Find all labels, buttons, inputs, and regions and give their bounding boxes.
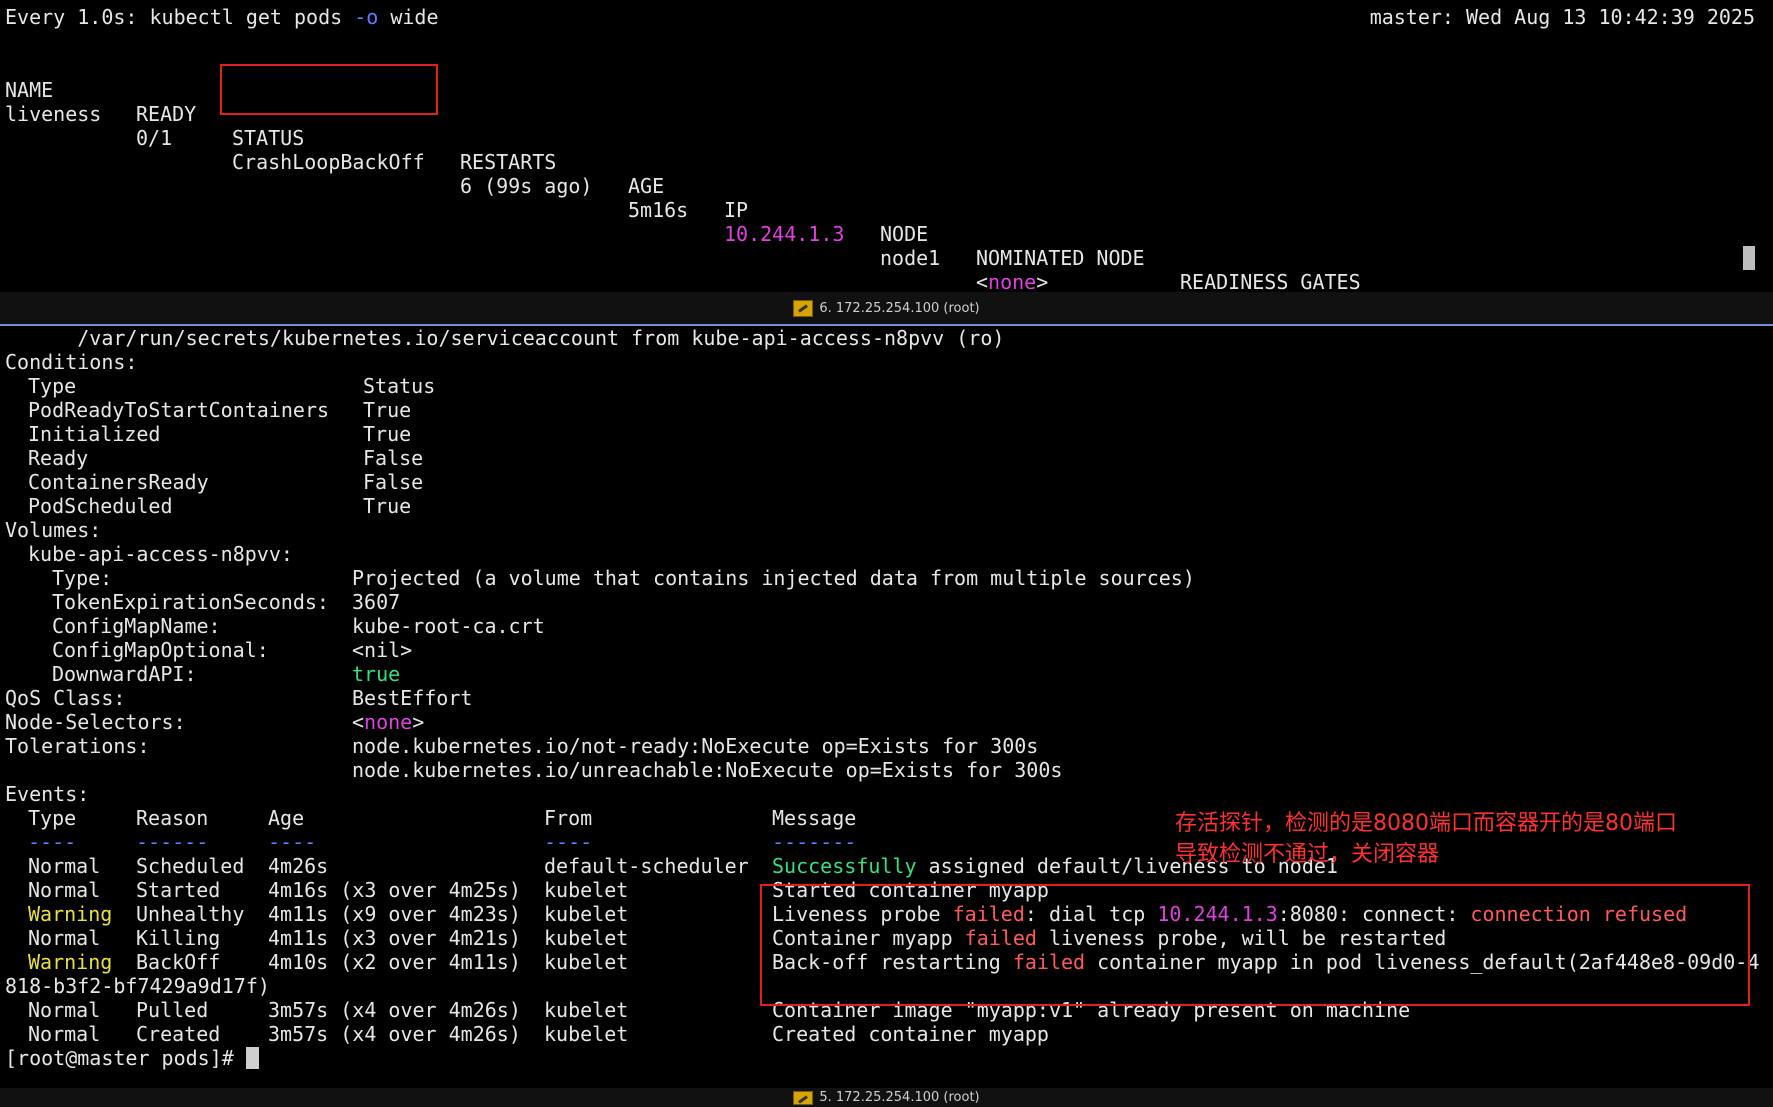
describe-pane[interactable]: /var/run/secrets/kubernetes.io/serviceac… bbox=[0, 326, 1773, 1088]
pane-tab-label: 5. 172.25.254.100 (root) bbox=[819, 1090, 980, 1105]
pane-tab-5[interactable]: 5. 172.25.254.100 (root) bbox=[0, 1088, 1773, 1107]
events-highlight-box bbox=[760, 884, 1750, 1006]
volume-prop-row: ConfigMapName: kube-root-ca.crt bbox=[52, 614, 545, 638]
pod-restarts: 6 (99s ago) bbox=[460, 174, 593, 198]
pane-tab-label: 6. 172.25.254.100 (root) bbox=[819, 300, 980, 316]
event-row: Normal Scheduled 4m26s default-scheduler Suc… bbox=[28, 854, 1338, 878]
col-status: STATUS bbox=[232, 126, 305, 150]
conditions-header: Type Status bbox=[28, 374, 436, 398]
col-gates: READINESS GATES bbox=[1180, 270, 1361, 292]
wrench-icon bbox=[793, 299, 814, 317]
col-ip: IP bbox=[724, 198, 749, 222]
pod-ready: 0/1 bbox=[136, 126, 173, 150]
condition-row: Initialized True bbox=[28, 422, 412, 446]
status-highlight-box bbox=[220, 64, 438, 115]
watch-command: Every 1.0s: kubectl get pods -o wide bbox=[5, 5, 439, 29]
node-selectors-row: Node-Selectors: <none> bbox=[5, 710, 425, 734]
pod-name: liveness bbox=[5, 102, 102, 126]
pod-node: node1 bbox=[880, 246, 941, 270]
condition-row: PodReadyToStartContainers True bbox=[28, 398, 412, 422]
pane-tab-6[interactable]: 6. 172.25.254.100 (root) bbox=[0, 292, 1773, 326]
terminal-cursor bbox=[245, 1047, 259, 1069]
pod-nominated: <none> bbox=[976, 270, 1049, 292]
annotation-line2: 导致检测不通过，关闭容器 bbox=[1175, 842, 1440, 867]
tolerations-row: node.kubernetes.io/unreachable:NoExecute… bbox=[352, 758, 1063, 782]
volume-prop-row: ConfigMapOptional: <nil> bbox=[52, 638, 413, 662]
conditions-label: Conditions: bbox=[5, 350, 138, 374]
condition-row: ContainersReady False bbox=[28, 470, 424, 494]
volume-prop-row: Type: Projected (a volume that contains i… bbox=[52, 566, 1195, 590]
col-nominated: NOMINATED NODE bbox=[976, 246, 1145, 270]
events-label: Events: bbox=[5, 782, 90, 806]
condition-row: Ready False bbox=[28, 446, 424, 470]
watch-pane[interactable]: Every 1.0s: kubectl get pods -o wide mas… bbox=[0, 0, 1773, 292]
volume-prop-row: DownwardAPI: true bbox=[52, 662, 401, 686]
wrench-icon bbox=[793, 1090, 814, 1105]
pod-status: CrashLoopBackOff bbox=[232, 150, 425, 174]
col-node: NODE bbox=[880, 222, 929, 246]
scroll-indicator[interactable] bbox=[1743, 246, 1755, 270]
event-message: Created container myapp bbox=[772, 1022, 1049, 1046]
col-ready: READY bbox=[136, 102, 197, 126]
volumes-label: Volumes: bbox=[5, 518, 102, 542]
event-row: Normal Created 3m57s (x4 over 4m26s) kubele… bbox=[28, 1022, 1049, 1046]
node-selectors-value: <none> bbox=[352, 710, 425, 734]
volume-prop-row: TokenExpirationSeconds: 3607 bbox=[52, 590, 401, 614]
shell-prompt[interactable]: [root@master pods]# bbox=[0, 1046, 1773, 1070]
annotation-line1: 存活探针，检测的是8080端口而容器开的是80端口 bbox=[1175, 811, 1677, 836]
tolerations-row: Tolerations: node.kubernetes.io/not-ready… bbox=[5, 734, 1039, 758]
volume-name: kube-api-access-n8pvv: bbox=[28, 542, 293, 566]
qos-row: QoS Class: BestEffort bbox=[5, 686, 473, 710]
pod-age: 5m16s bbox=[628, 198, 689, 222]
col-age: AGE bbox=[628, 174, 665, 198]
mount-line: /var/run/secrets/kubernetes.io/serviceac… bbox=[5, 326, 1005, 350]
watch-clock: master: Wed Aug 13 10:42:39 2025 bbox=[1369, 5, 1755, 29]
condition-row: PodScheduled True bbox=[28, 494, 412, 518]
pod-ip: 10.244.1.3 bbox=[724, 222, 845, 246]
col-restarts: RESTARTS bbox=[460, 150, 557, 174]
